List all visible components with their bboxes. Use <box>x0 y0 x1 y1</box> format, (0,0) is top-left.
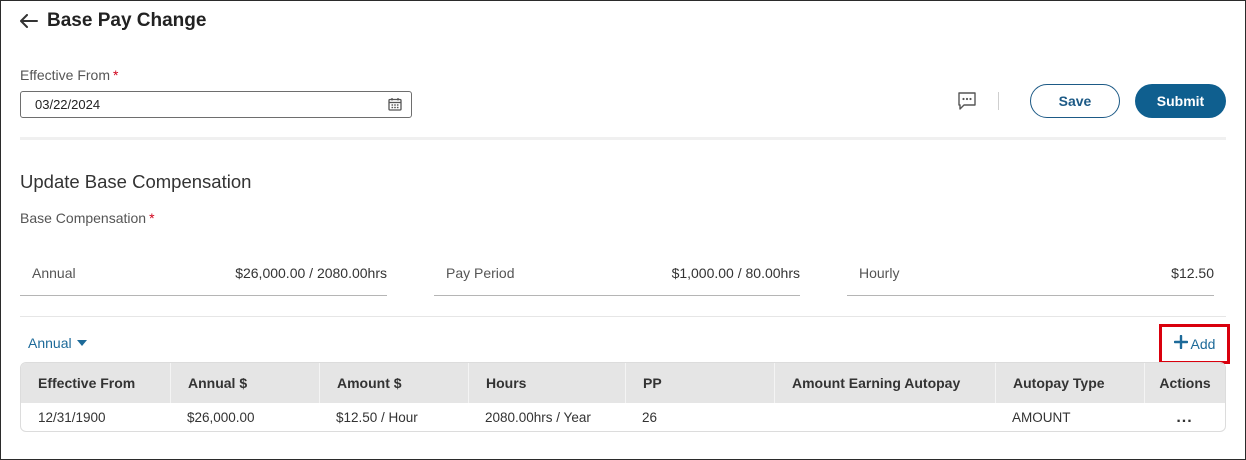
cell-amount-earning-autopay <box>774 403 995 431</box>
effective-from-date-input[interactable]: 03/22/2024 <box>20 91 412 118</box>
ellipsis-icon[interactable]: ... <box>1144 403 1225 431</box>
col-effective-from[interactable]: Effective From <box>21 363 170 403</box>
col-amount[interactable]: Amount $ <box>319 363 468 403</box>
save-button[interactable]: Save <box>1030 84 1120 118</box>
add-button[interactable]: Add <box>1159 324 1230 364</box>
cell-effective-from: 12/31/1900 <box>38 410 106 425</box>
col-actions: Actions <box>1144 363 1225 403</box>
comp-hourly: Hourly $12.50 <box>847 265 1214 296</box>
submit-button[interactable]: Submit <box>1135 84 1226 118</box>
comp-pay-period: Pay Period $1,000.00 / 80.00hrs <box>434 265 800 296</box>
add-button-label: Add <box>1190 336 1216 352</box>
plus-icon <box>1173 334 1188 354</box>
effective-from-label-text: Effective From <box>20 67 110 83</box>
cell-autopay-type: AMOUNT <box>1012 410 1071 425</box>
calendar-icon[interactable] <box>388 97 402 114</box>
page-header: Base Pay Change <box>20 10 206 32</box>
effective-from-value: 03/22/2024 <box>35 97 101 112</box>
comp-pay-period-label: Pay Period <box>446 265 515 281</box>
base-compensation-label: Base Compensation * <box>20 210 155 226</box>
page-frame: Base Pay Change Effective From * 03/22/20… <box>0 0 1246 460</box>
required-mark: * <box>149 210 155 226</box>
col-autopay-type[interactable]: Autopay Type <box>995 363 1144 403</box>
toolbar-divider <box>998 92 999 110</box>
cell-amount: $12.50 / Hour <box>336 410 418 425</box>
section-divider <box>20 137 1226 140</box>
caret-down-icon <box>76 340 87 346</box>
comp-annual: Annual $26,000.00 / 2080.00hrs <box>20 265 387 296</box>
effective-from-label: Effective From * <box>20 67 118 83</box>
period-dropdown-value: Annual <box>28 335 72 351</box>
period-dropdown[interactable]: Annual <box>28 335 87 351</box>
col-pp[interactable]: PP <box>625 363 774 403</box>
table-header: Effective From Annual $ Amount $ Hours P… <box>21 363 1225 403</box>
comp-annual-value: $26,000.00 / 2080.00hrs <box>235 265 387 281</box>
compensation-table: Effective From Annual $ Amount $ Hours P… <box>20 362 1226 432</box>
section-title: Update Base Compensation <box>20 171 252 192</box>
required-mark: * <box>113 67 119 83</box>
comment-icon[interactable] <box>957 91 977 116</box>
comp-pay-period-value: $1,000.00 / 80.00hrs <box>671 265 800 281</box>
col-annual[interactable]: Annual $ <box>170 363 319 403</box>
col-amount-earning-autopay[interactable]: Amount Earning Autopay <box>774 363 995 403</box>
page-title: Base Pay Change <box>47 10 207 31</box>
cell-pp: 26 <box>642 410 658 425</box>
arrow-left-icon[interactable] <box>20 10 40 32</box>
cell-annual: $26,000.00 <box>187 410 255 425</box>
cell-hours: 2080.00hrs / Year <box>485 410 591 425</box>
comp-annual-label: Annual <box>32 265 76 281</box>
col-hours[interactable]: Hours <box>468 363 625 403</box>
row-actions-menu[interactable]: ... <box>1176 409 1192 427</box>
comp-hourly-label: Hourly <box>859 265 900 281</box>
base-compensation-label-text: Base Compensation <box>20 210 147 226</box>
comp-hourly-value: $12.50 <box>1171 265 1214 281</box>
section-divider-thin <box>20 316 1226 317</box>
